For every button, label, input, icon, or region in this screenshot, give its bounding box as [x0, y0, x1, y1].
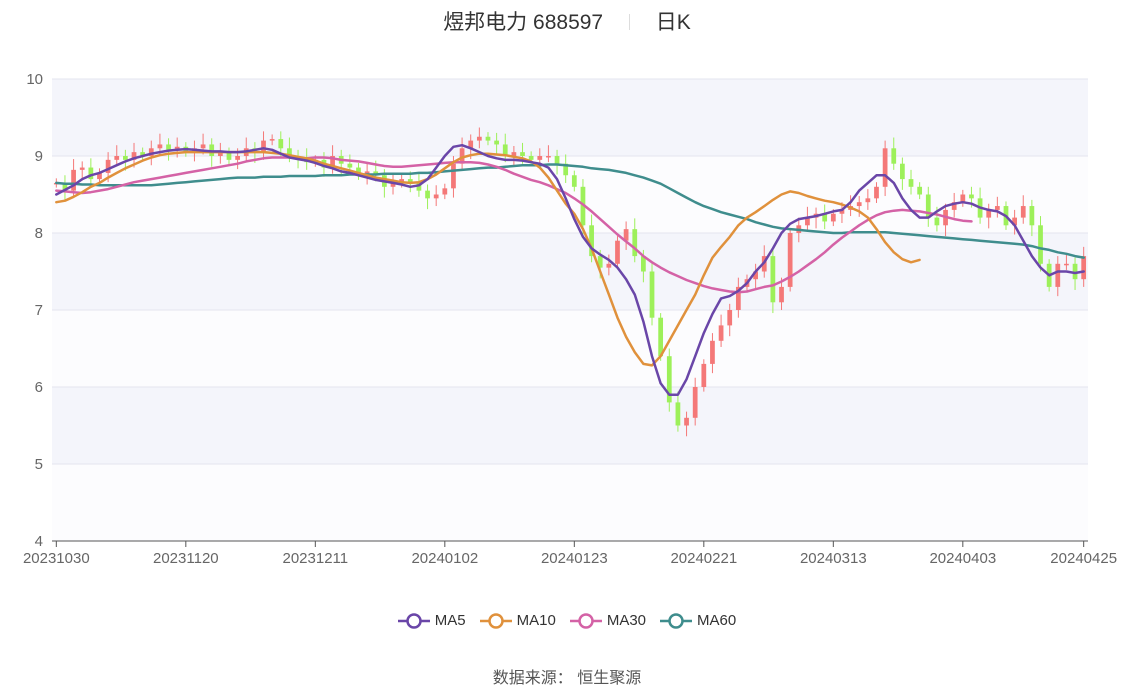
- candle-body: [476, 136, 482, 141]
- candle-body: [1029, 206, 1035, 226]
- legend-line-circle-icon: [569, 612, 602, 629]
- plot-band: [52, 79, 1088, 156]
- candle-body: [1038, 225, 1043, 264]
- candle-body: [123, 156, 128, 160]
- candle-body: [278, 139, 284, 149]
- legend-item-ma30[interactable]: MA30: [569, 612, 647, 629]
- legend-item-ma10[interactable]: MA10: [479, 612, 556, 629]
- y-tick-label: 10: [26, 71, 43, 88]
- candle-body: [554, 156, 560, 164]
- candle-body: [882, 148, 888, 187]
- candle-body: [969, 194, 974, 199]
- x-tick-label: 20231211: [283, 550, 349, 567]
- y-tick-label: 4: [35, 533, 43, 550]
- y-tick-label: 5: [35, 456, 43, 473]
- candle-body: [675, 402, 681, 426]
- legend-label: MA60: [697, 612, 737, 629]
- legend-line-circle-icon: [397, 612, 430, 629]
- candle-body: [451, 163, 456, 189]
- candle-body: [934, 217, 940, 226]
- candle-body: [692, 387, 698, 418]
- candle-body: [546, 156, 551, 158]
- candle-body: [1020, 206, 1026, 218]
- candle-body: [261, 140, 266, 153]
- x-tick-label: 20240425: [1050, 550, 1117, 567]
- candle-body: [606, 263, 612, 268]
- candle-body: [891, 148, 897, 164]
- x-tick-label: 20240403: [929, 550, 996, 567]
- candle-body: [571, 175, 577, 187]
- candle-body: [770, 256, 776, 303]
- source-label: 数据来源：: [492, 670, 573, 687]
- x-tick-label: 20231120: [153, 550, 219, 567]
- candle-body: [114, 156, 120, 160]
- legend-item-ma5[interactable]: MA5: [397, 612, 466, 629]
- candle-body: [727, 310, 733, 326]
- candle-body: [528, 156, 534, 160]
- x-tick-label: 20240221: [670, 550, 737, 567]
- candle-body: [485, 136, 491, 141]
- plot-band: [52, 233, 1088, 310]
- source-provider: 恒生聚源: [577, 670, 642, 687]
- plot-band: [52, 464, 1088, 541]
- plot-band: [52, 387, 1088, 464]
- plot-band: [52, 310, 1088, 387]
- candle-body: [658, 317, 664, 357]
- candle-body: [520, 152, 525, 156]
- candle-body: [994, 206, 1000, 210]
- candle-body: [1081, 256, 1087, 280]
- candle-body: [649, 271, 655, 318]
- legend-line-circle-icon: [479, 612, 512, 629]
- candle-body: [917, 186, 923, 195]
- candle-body: [200, 144, 206, 149]
- x-tick-label: 20240123: [541, 550, 608, 567]
- candle-body: [874, 186, 879, 199]
- candle-body: [701, 363, 707, 387]
- y-tick-label: 6: [35, 379, 43, 396]
- y-tick-label: 8: [35, 225, 43, 242]
- candle-body: [710, 340, 715, 364]
- candle-body: [166, 144, 171, 150]
- candle-body: [442, 188, 448, 195]
- candle-body: [235, 156, 240, 160]
- candle-body: [908, 179, 914, 187]
- legend-label: MA10: [516, 612, 556, 629]
- candle-body: [1055, 263, 1061, 287]
- legend-label: MA30: [606, 612, 647, 629]
- candle-body: [269, 139, 275, 141]
- candle-body: [537, 156, 543, 160]
- candle-body: [718, 325, 724, 341]
- candle-body: [157, 144, 163, 149]
- legend-item-ma60[interactable]: MA60: [660, 612, 736, 629]
- candlestick-chart: 4 5 6 7 8 9 10 20231030 20231120 20231211 20240102…: [23, 71, 1117, 567]
- legend-label: MA5: [434, 612, 466, 629]
- candle-body: [779, 286, 784, 303]
- candle-body: [900, 163, 905, 180]
- candle-body: [615, 240, 620, 264]
- x-tick-label: 20231030: [23, 550, 90, 567]
- candle-body: [856, 202, 862, 207]
- candle-body: [684, 417, 689, 426]
- candle-body: [632, 229, 638, 257]
- x-tick-label: 20240102: [411, 550, 478, 567]
- candle-body: [865, 198, 871, 203]
- legend-line-circle-icon: [660, 612, 693, 629]
- x-tick-label: 20240313: [800, 550, 867, 567]
- candle-body: [425, 190, 430, 199]
- y-tick-label: 7: [35, 302, 43, 319]
- candle-body: [79, 167, 85, 170]
- data-source: 数据来源： 恒生聚源: [0, 664, 1134, 688]
- candle-body: [494, 140, 499, 145]
- candle-body: [347, 163, 353, 168]
- candle-body: [1064, 263, 1069, 266]
- candle-body: [433, 194, 439, 199]
- y-tick-label: 9: [35, 148, 43, 165]
- legend: MA5 MA10 MA30 MA60: [0, 612, 1134, 633]
- candle-body: [830, 213, 836, 222]
